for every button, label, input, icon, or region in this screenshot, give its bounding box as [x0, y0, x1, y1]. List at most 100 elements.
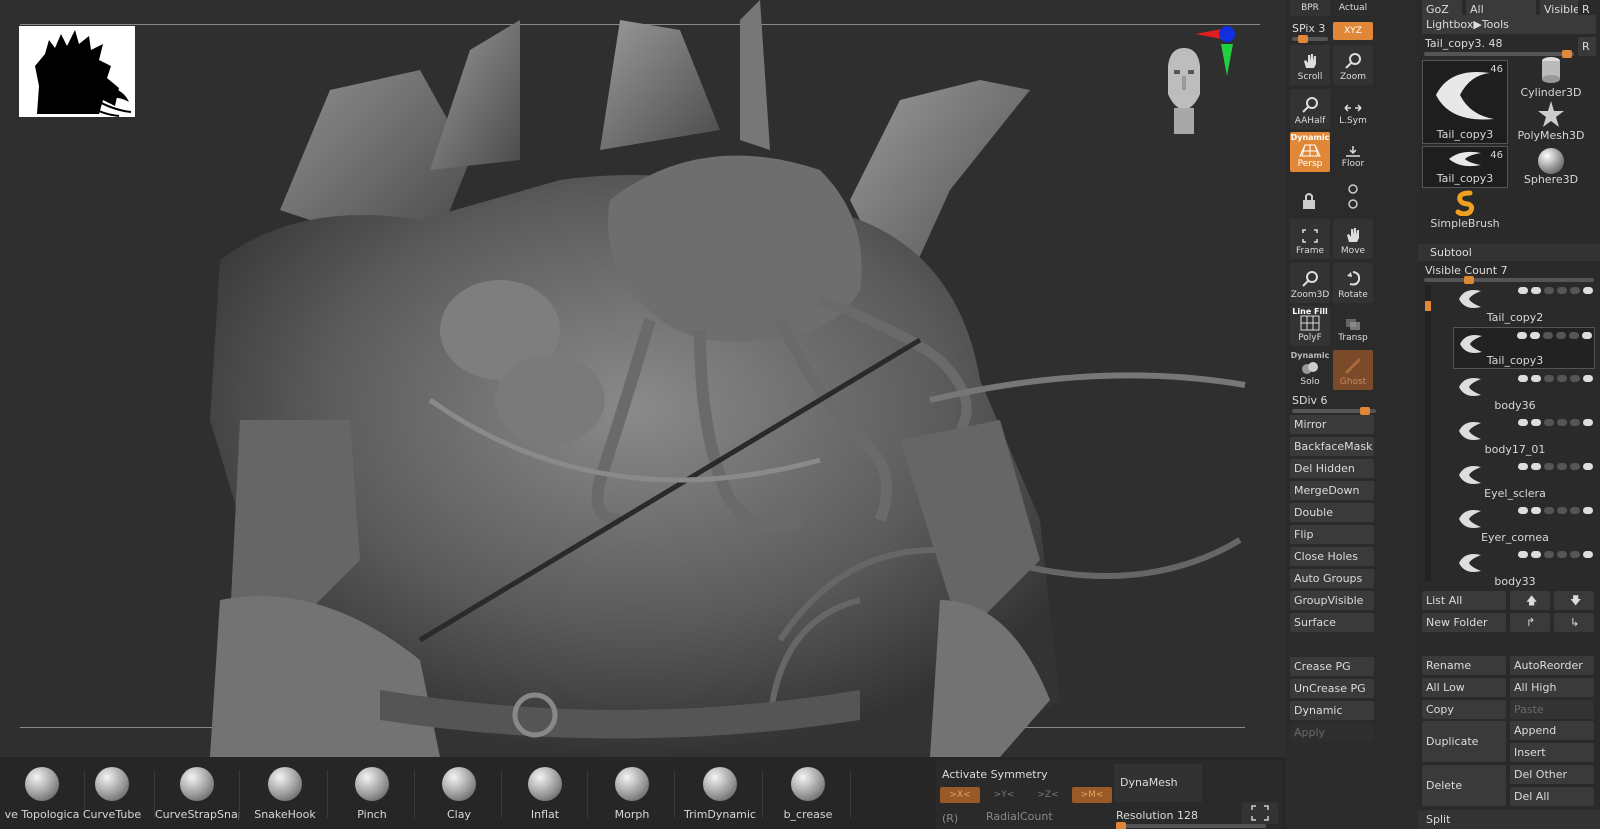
- transp-button[interactable]: Transp: [1333, 306, 1373, 346]
- geometry-button-del-hidden[interactable]: Del Hidden: [1290, 459, 1374, 478]
- geometry-button-mergedown[interactable]: MergeDown: [1290, 481, 1374, 500]
- subtool-visibility-toggles[interactable]: [1517, 332, 1592, 339]
- polyf-button[interactable]: Line Fill PolyF: [1290, 306, 1330, 346]
- orientation-head-icon[interactable]: [1160, 46, 1208, 136]
- all-high-button[interactable]: All High: [1510, 678, 1594, 697]
- visible-count-slider[interactable]: [1424, 276, 1594, 284]
- move-up-button[interactable]: 🡅: [1510, 591, 1550, 610]
- persp-button[interactable]: Dynamic Persp: [1290, 132, 1330, 172]
- del-all-button[interactable]: Del All: [1510, 787, 1594, 806]
- zoom-button[interactable]: Zoom: [1333, 45, 1373, 85]
- tool-item-sphere3d[interactable]: Sphere3D: [1508, 146, 1594, 188]
- tool-item-simplebrush[interactable]: SimpleBrush: [1422, 190, 1508, 232]
- geometry-button-surface[interactable]: Surface: [1290, 613, 1374, 632]
- subtool-item[interactable]: Tail_copy3: [1453, 327, 1595, 369]
- crease-button-dynamic[interactable]: Dynamic: [1290, 701, 1374, 720]
- list-all-button[interactable]: List All: [1422, 591, 1506, 610]
- sym-m-button[interactable]: >M<: [1072, 787, 1112, 803]
- geometry-button-close-holes[interactable]: Close Holes: [1290, 547, 1374, 566]
- zoom3d-button[interactable]: Zoom3D: [1290, 263, 1330, 303]
- geometry-button-flip[interactable]: Flip: [1290, 525, 1374, 544]
- actual-button[interactable]: Actual: [1333, 0, 1373, 16]
- tool-item-cylinder3d[interactable]: Cylinder3D: [1508, 55, 1594, 101]
- paste-button[interactable]: Paste: [1510, 700, 1594, 719]
- r2-button[interactable]: R: [1578, 37, 1596, 56]
- subtool-item[interactable]: Eyel_sclera: [1453, 459, 1595, 501]
- lightbox-tools-button[interactable]: Lightbox▶Tools: [1422, 15, 1596, 34]
- move-button[interactable]: Move: [1333, 219, 1373, 259]
- dynamesh-button[interactable]: DynaMesh: [1114, 764, 1202, 802]
- insert-button[interactable]: Insert: [1510, 743, 1594, 762]
- xyz-button[interactable]: XYZ: [1333, 22, 1373, 40]
- crease-button-crease-pg[interactable]: Crease PG: [1290, 657, 1374, 676]
- brush-inflat[interactable]: Inflat: [503, 765, 587, 825]
- frame-button[interactable]: Frame: [1290, 219, 1330, 259]
- tool-item-tail-copy3[interactable]: 46 Tail_copy3: [1422, 60, 1508, 144]
- sym-r-button[interactable]: (R): [942, 812, 958, 825]
- brush-trimdynamic[interactable]: TrimDynamic: [678, 765, 762, 825]
- move-down-button[interactable]: 🡇: [1554, 591, 1594, 610]
- floor-button[interactable]: Floor: [1333, 132, 1373, 172]
- bpr-button[interactable]: BPR: [1290, 0, 1330, 16]
- brush-curvestrapsnap[interactable]: CurveStrapSnap: [155, 765, 239, 825]
- brush-pinch[interactable]: Pinch: [330, 765, 414, 825]
- sculpt-model[interactable]: [0, 0, 1285, 757]
- brush-morph[interactable]: Morph: [590, 765, 674, 825]
- brush-b_crease[interactable]: b_crease: [766, 765, 850, 825]
- subtool-visibility-toggles[interactable]: [1518, 463, 1593, 470]
- subtool-item[interactable]: Tail_copy2: [1453, 283, 1595, 325]
- geometry-button-auto-groups[interactable]: Auto Groups: [1290, 569, 1374, 588]
- rotate-button[interactable]: Rotate: [1333, 263, 1373, 303]
- apply-button[interactable]: Apply: [1290, 723, 1374, 742]
- brush-snakehook[interactable]: SnakeHook: [243, 765, 327, 825]
- subtool-item[interactable]: Eyer_cornea: [1453, 503, 1595, 545]
- spix-slider[interactable]: [1292, 35, 1328, 43]
- geometry-button-double[interactable]: Double: [1290, 503, 1374, 522]
- folder-up-button[interactable]: ↱: [1510, 613, 1550, 632]
- subtool-item[interactable]: body36: [1453, 371, 1595, 413]
- rename-button[interactable]: Rename: [1422, 656, 1506, 675]
- subtool-header[interactable]: Subtool: [1418, 244, 1600, 261]
- split-header[interactable]: Split: [1418, 810, 1600, 829]
- delete-button[interactable]: Delete: [1422, 765, 1506, 806]
- subtool-visibility-toggles[interactable]: [1518, 507, 1593, 514]
- geometry-button-backfacemask[interactable]: BackfaceMask: [1290, 437, 1374, 456]
- crease-button-uncrease-pg[interactable]: UnCrease PG: [1290, 679, 1374, 698]
- brush-clay[interactable]: Clay: [417, 765, 501, 825]
- del-other-button[interactable]: Del Other: [1510, 765, 1594, 784]
- autoreorder-button[interactable]: AutoReorder: [1510, 656, 1594, 675]
- aahalf-button[interactable]: AAHalf: [1290, 89, 1330, 129]
- resolution-slider-knob[interactable]: [1116, 822, 1126, 829]
- tool-item-tail-copy3-alt[interactable]: 46 Tail_copy3: [1422, 146, 1508, 188]
- spix-slider-knob[interactable]: [1298, 35, 1308, 43]
- tool-item-polymesh3d[interactable]: PolyMesh3D: [1508, 100, 1594, 144]
- resolution-slider[interactable]: [1116, 822, 1266, 829]
- new-folder-button[interactable]: New Folder: [1422, 613, 1506, 632]
- lock-camera-button[interactable]: [1290, 177, 1330, 217]
- rotate-axis-button[interactable]: [1333, 177, 1373, 217]
- brush-curvetube[interactable]: CurveTube: [70, 765, 154, 825]
- sdiv-slider[interactable]: [1292, 407, 1376, 415]
- fullscreen-button[interactable]: [1242, 802, 1278, 824]
- all-low-button[interactable]: All Low: [1422, 678, 1506, 697]
- lsym-button[interactable]: L.Sym: [1333, 89, 1373, 129]
- subtool-visibility-toggles[interactable]: [1518, 419, 1593, 426]
- scroll-button[interactable]: Scroll: [1290, 45, 1330, 85]
- sdiv-slider-knob[interactable]: [1360, 407, 1370, 415]
- sym-z-button[interactable]: >Z<: [1028, 787, 1068, 803]
- solo-button[interactable]: Dynamic Solo: [1290, 350, 1330, 390]
- subtool-item[interactable]: body33: [1453, 547, 1595, 589]
- folder-down-button[interactable]: ↳: [1554, 613, 1594, 632]
- subtool-visibility-toggles[interactable]: [1518, 375, 1593, 382]
- duplicate-button[interactable]: Duplicate: [1422, 721, 1506, 762]
- subtool-scrollbar[interactable]: [1425, 285, 1431, 581]
- copy-button[interactable]: Copy: [1422, 700, 1506, 719]
- geometry-button-groupvisible[interactable]: GroupVisible: [1290, 591, 1374, 610]
- append-button[interactable]: Append: [1510, 721, 1594, 740]
- subtool-visibility-toggles[interactable]: [1518, 287, 1593, 294]
- sym-y-button[interactable]: >Y<: [984, 787, 1024, 803]
- subtool-scrollbar-thumb[interactable]: [1425, 301, 1431, 311]
- canvas-viewport[interactable]: [0, 0, 1285, 757]
- sym-x-button[interactable]: >X<: [940, 787, 980, 803]
- ghost-button[interactable]: Ghost: [1333, 350, 1373, 390]
